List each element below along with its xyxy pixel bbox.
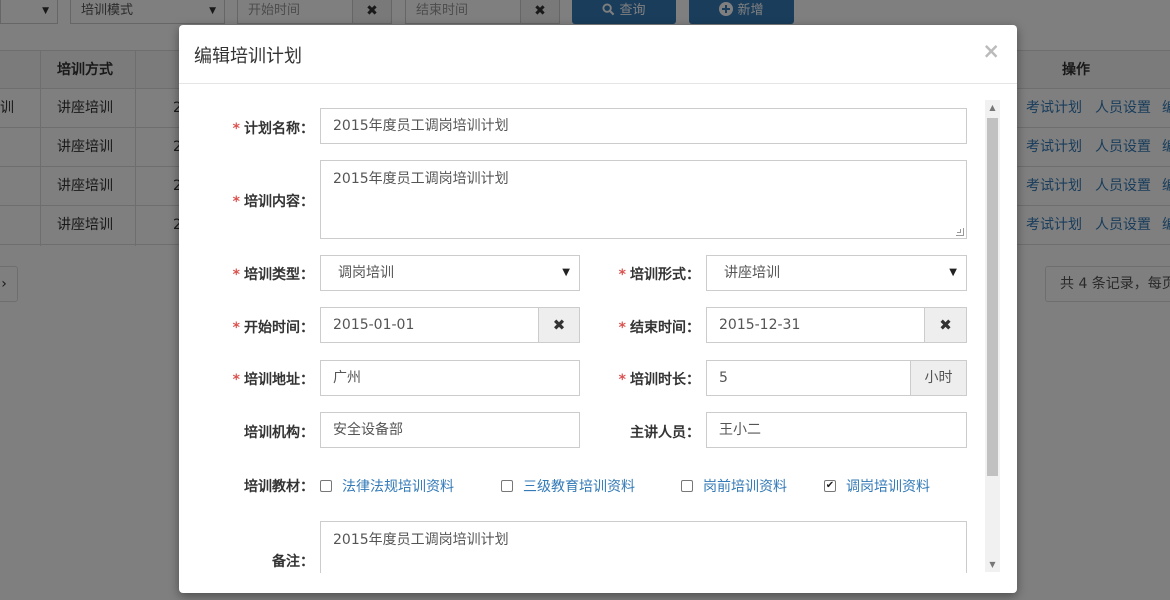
scrollbar-thumb[interactable] (987, 118, 998, 476)
address-label: * 培训地址： (179, 369, 314, 389)
plan-name-input[interactable]: 2015年度员工调岗培训计划 (320, 108, 967, 144)
scroll-up-arrow-icon[interactable]: ▲ (985, 103, 1000, 112)
close-icon: ✖ (552, 316, 566, 334)
type-label: * 培训类型： (179, 264, 314, 284)
checkbox-unchecked-icon[interactable] (681, 480, 693, 492)
modal-scrollbar[interactable]: ▲ ▼ (985, 100, 1000, 572)
remark-label-text: 备注： (272, 554, 314, 570)
duration-input[interactable]: 5 (706, 360, 911, 396)
material-label: 调岗培训资料 (846, 479, 930, 495)
lecturer-value: 王小二 (719, 422, 761, 438)
checkbox-checked-icon[interactable]: ✔ (824, 480, 836, 492)
checkbox-unchecked-icon[interactable] (501, 480, 513, 492)
modal-header: 编辑培训计划 × (179, 25, 1017, 84)
plan-name-label: * 计划名称： (179, 118, 314, 138)
required-mark: * (232, 121, 240, 137)
duration-label: * 培训时长： (565, 369, 700, 389)
org-value: 安全设备部 (333, 422, 403, 438)
form-select[interactable]: 讲座培训 ▼ (706, 255, 967, 291)
org-input[interactable]: 安全设备部 (320, 412, 580, 448)
lecturer-input[interactable]: 王小二 (706, 412, 967, 448)
type-select[interactable]: 调岗培训 ▼ (320, 255, 580, 291)
clear-end-date-button[interactable]: ✖ (924, 307, 967, 343)
plan-name-value: 2015年度员工调岗培训计划 (333, 118, 509, 134)
end-date-value: 2015-12-31 (719, 317, 801, 333)
materials-label: 培训教材： (179, 476, 314, 496)
form-label: * 培训形式： (565, 264, 700, 284)
required-mark: * (232, 372, 240, 388)
end-date-input[interactable]: 2015-12-31 (706, 307, 925, 343)
required-mark: * (232, 320, 240, 336)
remark-label: 备注： (179, 551, 314, 571)
duration-value: 5 (719, 370, 728, 386)
type-label-text: 培训类型： (244, 267, 314, 283)
close-icon: ✖ (939, 316, 952, 334)
materials-label-text: 培训教材： (244, 479, 314, 495)
required-mark: * (618, 320, 626, 336)
end-label-text: 结束时间： (630, 320, 700, 336)
required-mark: * (618, 267, 626, 283)
duration-unit-addon: 小时 (910, 360, 967, 396)
start-date-value: 2015-01-01 (333, 317, 415, 333)
material-label: 三级教育培训资料 (523, 479, 635, 495)
address-value: 广州 (333, 370, 361, 386)
material-checkbox-law[interactable]: 法律法规培训资料 (320, 476, 454, 496)
plan-name-label-text: 计划名称： (244, 121, 314, 137)
close-icon[interactable]: × (982, 39, 1000, 63)
material-checkbox-transfer[interactable]: ✔ 调岗培训资料 (824, 476, 930, 496)
form-label-text: 培训形式： (630, 267, 700, 283)
material-checkbox-pre-job[interactable]: 岗前培训资料 (681, 476, 787, 496)
scroll-down-arrow-icon[interactable]: ▼ (985, 560, 1000, 569)
lecturer-label: 主讲人员： (565, 422, 700, 442)
duration-unit: 小时 (924, 370, 953, 386)
required-mark: * (232, 194, 240, 210)
lecturer-label-text: 主讲人员： (630, 425, 700, 441)
caret-down-icon: ▼ (949, 267, 957, 278)
content-textarea[interactable]: 2015年度员工调岗培训计划 (320, 160, 967, 239)
content-label: * 培训内容： (179, 191, 314, 211)
start-date-input[interactable]: 2015-01-01 (320, 307, 539, 343)
required-mark: * (618, 372, 626, 388)
address-label-text: 培训地址： (244, 372, 314, 388)
content-label-text: 培训内容： (244, 194, 314, 210)
form-select-value: 讲座培训 (724, 265, 780, 281)
end-label: * 结束时间： (565, 317, 700, 337)
start-label-text: 开始时间： (244, 320, 314, 336)
resize-handle-icon[interactable] (956, 228, 964, 236)
content-value: 2015年度员工调岗培训计划 (333, 171, 509, 187)
checkbox-unchecked-icon[interactable] (320, 480, 332, 492)
type-select-value: 调岗培训 (338, 265, 394, 281)
material-label: 岗前培训资料 (703, 479, 787, 495)
remark-value: 2015年度员工调岗培训计划 (333, 532, 509, 548)
address-input[interactable]: 广州 (320, 360, 580, 396)
required-mark: * (232, 267, 240, 283)
material-checkbox-three-level[interactable]: 三级教育培训资料 (501, 476, 635, 496)
start-label: * 开始时间： (179, 317, 314, 337)
org-label: 培训机构： (179, 422, 314, 442)
org-label-text: 培训机构： (244, 425, 314, 441)
remark-textarea[interactable]: 2015年度员工调岗培训计划 (320, 521, 967, 573)
duration-label-text: 培训时长： (630, 372, 700, 388)
material-label: 法律法规培训资料 (342, 479, 454, 495)
modal-body: * 计划名称： 2015年度员工调岗培训计划 * 培训内容： 2015年度员工调岗培… (179, 85, 1017, 573)
edit-plan-modal: 编辑培训计划 × * 计划名称： 2015年度员工调岗培训计划 * 培训内容： 20… (179, 25, 1017, 593)
modal-title: 编辑培训计划 (194, 46, 302, 67)
